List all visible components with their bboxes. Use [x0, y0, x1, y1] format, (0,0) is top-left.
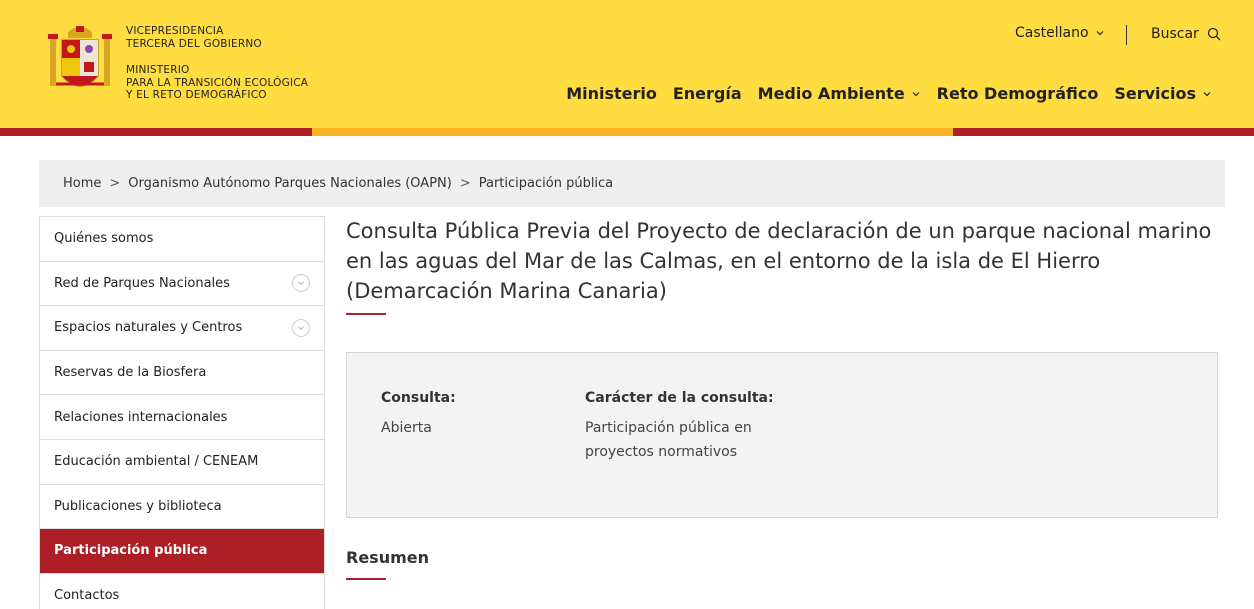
sidebar-item-reservas-biosfera[interactable]: Reservas de la Biosfera: [40, 351, 324, 396]
nav-label: Medio Ambiente: [757, 84, 905, 103]
consultation-info-box: Consulta: Abierta Carácter de la consult…: [346, 352, 1218, 518]
consulta-label: Consulta:: [381, 390, 456, 406]
org-line: para la Transición Ecológica: [126, 76, 309, 89]
nav-label: Servicios: [1114, 84, 1196, 103]
org-line: Tercera del Gobierno: [126, 37, 262, 50]
header-stripe-red: [953, 128, 1254, 136]
sidebar-item-relaciones-internacionales[interactable]: Relaciones internacionales: [40, 395, 324, 440]
header-stripe-red: [0, 128, 312, 136]
nav-servicios[interactable]: Servicios: [1114, 84, 1212, 103]
expand-chevron-icon[interactable]: [292, 318, 310, 337]
caracter-value: Participación pública en: [585, 420, 752, 436]
coat-of-arms-logo[interactable]: [46, 24, 114, 98]
main-navigation: Ministerio Energía Medio Ambiente Reto D…: [566, 84, 1212, 103]
sidebar-item-label: Contactos: [54, 588, 120, 604]
ministry-name[interactable]: Vicepresidencia Tercera del Gobierno Min…: [126, 25, 308, 102]
nav-label: Energía: [672, 84, 742, 103]
sidebar-item-publicaciones[interactable]: Publicaciones y biblioteca: [40, 485, 324, 530]
consulta-status: Consulta: Abierta: [381, 390, 456, 440]
sidebar-item-espacios-naturales[interactable]: Espacios naturales y Centros: [40, 306, 324, 351]
sidebar-item-educacion-ambiental[interactable]: Educación ambiental / CENEAM: [40, 440, 324, 485]
search-label: Buscar: [1151, 26, 1199, 42]
org-line: Ministerio: [126, 64, 190, 76]
sidebar-item-contactos[interactable]: Contactos: [40, 574, 324, 609]
sidebar-item-participacion-publica[interactable]: Participación pública: [40, 529, 324, 574]
chevron-down-icon: [1096, 31, 1103, 36]
nav-ministerio[interactable]: Ministerio: [566, 84, 657, 103]
sidebar-item-label: Quiénes somos: [54, 231, 154, 247]
sidebar-item-label: Educación ambiental / CENEAM: [54, 454, 259, 470]
title-accent-line: [346, 313, 386, 315]
nav-reto-demografico[interactable]: Reto Demográfico: [937, 84, 1099, 103]
main-content: Consulta Pública Previa del Proyecto de …: [346, 216, 1218, 315]
chevron-down-icon: [912, 91, 920, 96]
nav-medio-ambiente[interactable]: Medio Ambiente: [758, 84, 921, 103]
sidebar-item-label: Publicaciones y biblioteca: [54, 498, 222, 514]
breadcrumb-current: Participación pública: [478, 176, 614, 191]
chevron-down-icon: [1203, 91, 1211, 96]
nav-label: Reto Demográfico: [936, 84, 1099, 103]
caracter-label: Carácter de la consulta:: [585, 390, 774, 406]
sidebar-item-label: Red de Parques Nacionales: [54, 275, 230, 291]
resumen-accent-line: [346, 578, 386, 580]
search-button[interactable]: Buscar: [1151, 26, 1221, 42]
breadcrumb-separator: >: [459, 176, 471, 191]
breadcrumb-separator: >: [109, 176, 121, 191]
sidebar-item-label: Espacios naturales y Centros: [54, 320, 243, 336]
sidebar-item-quienes-somos[interactable]: Quiénes somos: [40, 217, 324, 262]
sidebar-item-label: Reservas de la Biosfera: [54, 365, 207, 381]
breadcrumb-home[interactable]: Home: [63, 176, 101, 191]
breadcrumb: Home > Organismo Autónomo Parques Nacion…: [39, 160, 1225, 207]
resumen-heading: Resumen: [346, 548, 429, 567]
consulta-character: Carácter de la consulta: Participación p…: [585, 390, 774, 464]
breadcrumb-oapn[interactable]: Organismo Autónomo Parques Nacionales (O…: [128, 176, 452, 191]
org-line: Vicepresidencia: [126, 25, 224, 37]
nav-energia[interactable]: Energía: [673, 84, 742, 103]
consulta-value: Abierta: [381, 420, 432, 436]
language-selector[interactable]: Castellano: [1015, 25, 1105, 41]
header-divider: [1126, 25, 1127, 45]
sidebar-item-label: Participación pública: [54, 543, 208, 559]
expand-chevron-icon[interactable]: [292, 274, 310, 293]
nav-label: Ministerio: [566, 84, 657, 103]
search-icon: [1207, 27, 1221, 41]
page-title: Consulta Pública Previa del Proyecto de …: [346, 219, 1212, 303]
sidebar-item-red-parques[interactable]: Red de Parques Nacionales: [40, 262, 324, 307]
org-line: y el Reto Demográfico: [126, 89, 267, 101]
sidebar-item-label: Relaciones internacionales: [54, 409, 228, 425]
header-stripe-orange: [312, 128, 953, 136]
caracter-value: proyectos normativos: [585, 444, 737, 460]
language-label: Castellano: [1015, 25, 1089, 41]
sidebar-menu: Quiénes somos Red de Parques Nacionales …: [39, 216, 325, 609]
site-header: Vicepresidencia Tercera del Gobierno Min…: [0, 0, 1254, 128]
